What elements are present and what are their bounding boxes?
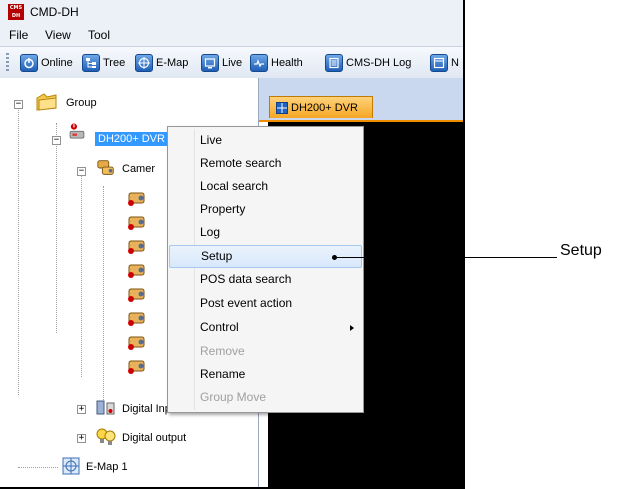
- view-tab-strip: DH200+ DVR: [259, 78, 463, 122]
- tree-connector: [18, 467, 58, 468]
- menu-tool[interactable]: Tool: [88, 28, 110, 42]
- dvr-collapse-toggle[interactable]: −: [52, 136, 61, 145]
- menu-item-rename[interactable]: Rename: [169, 363, 362, 386]
- tree-button[interactable]: Tree: [82, 53, 125, 73]
- map-icon: [135, 54, 153, 72]
- menu-item-post-event-action[interactable]: Post event action: [169, 292, 362, 315]
- emap-button[interactable]: E-Map: [135, 53, 188, 73]
- menu-item-control[interactable]: Control: [169, 316, 362, 339]
- health-icon: [250, 54, 268, 72]
- camera-icon[interactable]: [126, 237, 148, 255]
- digital-output-icon: [96, 428, 116, 445]
- tree-connector: [81, 172, 82, 377]
- live-label: Live: [222, 57, 243, 69]
- menu-item-property[interactable]: Property: [169, 198, 362, 221]
- menu-item-remove: Remove: [200, 344, 245, 358]
- app-window: CMS DH CMD-DH File View Tool Online Tree…: [0, 0, 465, 489]
- online-button[interactable]: Online: [20, 53, 73, 73]
- tab-dvr[interactable]: DH200+ DVR: [269, 96, 373, 118]
- menu-item-local-search[interactable]: Local search: [169, 175, 362, 198]
- submenu-arrow-icon: [350, 325, 354, 331]
- menu-bar: File View Tool: [0, 24, 463, 46]
- digital-input-expand-toggle[interactable]: +: [77, 405, 86, 414]
- tree-node-cameras[interactable]: Camer: [122, 163, 155, 175]
- digital-output-expand-toggle[interactable]: +: [77, 434, 86, 443]
- cmsdh-log-label: CMS-DH Log: [346, 57, 412, 69]
- window-button[interactable]: N: [430, 53, 459, 73]
- tree-connector: [103, 186, 104, 408]
- camera-icon[interactable]: [126, 213, 148, 231]
- camera-icon[interactable]: [126, 285, 148, 303]
- menu-item-live[interactable]: Live: [169, 129, 362, 152]
- callout-line: [335, 257, 557, 258]
- cameras-collapse-toggle[interactable]: −: [77, 167, 86, 176]
- menu-item-log[interactable]: Log: [169, 221, 362, 244]
- app-logo-icon: CMS DH: [8, 4, 24, 20]
- tree-label: Tree: [103, 57, 126, 69]
- title-bar: CMS DH CMD-DH: [0, 0, 463, 24]
- health-label: Health: [271, 57, 303, 69]
- emap-icon: [62, 457, 80, 475]
- tree-icon: [82, 54, 100, 72]
- log-icon: [325, 54, 343, 72]
- menu-item-pos-data-search[interactable]: POS data search: [169, 268, 362, 291]
- power-icon: [20, 54, 38, 72]
- folder-icon: [36, 93, 57, 111]
- menu-view[interactable]: View: [45, 28, 71, 42]
- live-icon: [201, 54, 219, 72]
- menu-item-group-move: Group Move: [200, 390, 267, 404]
- group-collapse-toggle[interactable]: −: [14, 100, 23, 109]
- menu-item-control-label: Control: [200, 320, 239, 334]
- tree-connector: [18, 105, 19, 395]
- toolbar-grip[interactable]: [6, 53, 9, 73]
- tab-dvr-label: DH200+ DVR: [291, 101, 358, 114]
- tree-node-group[interactable]: Group: [66, 97, 97, 109]
- dvr-icon: [69, 123, 85, 139]
- live-button[interactable]: Live: [201, 53, 242, 73]
- camera-icon[interactable]: [126, 261, 148, 279]
- cmsdh-log-button[interactable]: CMS-DH Log: [325, 53, 411, 73]
- camera-icon[interactable]: [126, 309, 148, 327]
- emap-label: E-Map: [156, 57, 189, 69]
- grid-icon: [276, 101, 288, 114]
- camera-icon[interactable]: [126, 357, 148, 375]
- window-icon: [430, 54, 448, 72]
- digital-input-icon: [96, 400, 115, 415]
- tree-node-emap[interactable]: E-Map 1: [86, 461, 128, 473]
- window-title: CMD-DH: [30, 5, 79, 19]
- context-menu: Live Remote search Local search Property…: [167, 126, 364, 413]
- tree-node-dvr[interactable]: DH200+ DVR: [95, 132, 168, 146]
- health-button[interactable]: Health: [250, 53, 303, 73]
- tree-node-digital-output[interactable]: Digital output: [122, 432, 186, 444]
- online-label: Online: [41, 57, 73, 69]
- tree-connector: [56, 123, 57, 333]
- camera-group-icon: [97, 160, 114, 175]
- menu-item-remote-search[interactable]: Remote search: [169, 152, 362, 175]
- menu-file[interactable]: File: [9, 28, 28, 42]
- toolbar: Online Tree E-Map Live Health CMS-DH Log…: [0, 46, 463, 80]
- camera-icon[interactable]: [126, 333, 148, 351]
- callout-label: Setup: [560, 242, 602, 259]
- camera-icon[interactable]: [126, 189, 148, 207]
- window-label: N: [451, 57, 459, 69]
